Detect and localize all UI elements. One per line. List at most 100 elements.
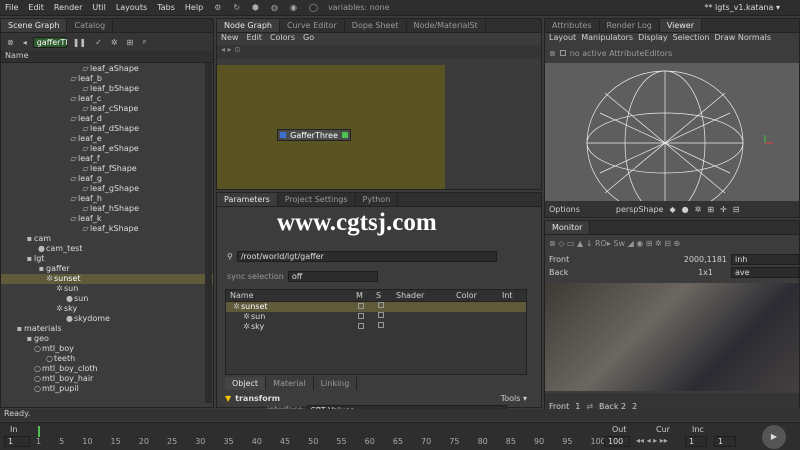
sphere-icon[interactable]: ◯ (303, 3, 324, 12)
tab-viewer[interactable]: Viewer (659, 19, 703, 32)
viewport-3d[interactable] (545, 63, 799, 216)
path-field[interactable]: /root/world/lgt/gaffer (236, 251, 497, 262)
menu-render[interactable]: Render (49, 3, 87, 12)
scrollbar[interactable] (205, 63, 212, 403)
tree-row[interactable]: ▱leaf_g (1, 174, 213, 184)
light-icon[interactable]: ● (682, 205, 689, 214)
menu-util[interactable]: Util (87, 3, 110, 12)
tree-row[interactable]: ▱leaf_d (1, 114, 213, 124)
tree-row[interactable]: ▪ materials (1, 324, 213, 334)
grid-icon[interactable]: ⊞ (707, 205, 714, 214)
clear-icon[interactable]: ⊗ (4, 38, 17, 47)
collapse-icon[interactable]: ▼ (225, 394, 231, 403)
tree-row[interactable]: ▱leaf_bShape (1, 84, 213, 94)
menu-colors[interactable]: Colors (270, 33, 295, 45)
tab-python[interactable]: Python (356, 193, 399, 206)
tree-row-selected[interactable]: ✲sunset (1, 274, 213, 284)
timeline-ruler[interactable]: 1 5 10 15 20 25 30 35 40 45 50 55 60 65 70 75 80 85 90 95 10… (36, 426, 606, 450)
menu-layouts[interactable]: Layouts (111, 3, 152, 12)
gaffer-three-node[interactable]: GafferThree (277, 129, 351, 141)
tree-row[interactable]: ▱leaf_k (1, 214, 213, 224)
section-transform[interactable]: transform (235, 394, 280, 403)
attribute-toggle[interactable] (559, 50, 566, 56)
tab-object[interactable]: Object (225, 377, 267, 390)
gear-icon[interactable]: ✲ (695, 205, 702, 214)
tree-row[interactable]: ▱leaf_kShape (1, 224, 213, 234)
menu-file[interactable]: File (0, 3, 23, 12)
tab-dope-sheet[interactable]: Dope Sheet (345, 19, 407, 32)
move-icon[interactable]: ✛ (720, 205, 727, 214)
tree-row[interactable]: ○mtl_boy_hair (1, 374, 213, 384)
tab-material[interactable]: Material (266, 377, 314, 390)
tree-row[interactable]: ▱leaf_cShape (1, 104, 213, 114)
render-image[interactable] (545, 283, 799, 391)
search-icon[interactable]: ⌕ (139, 37, 149, 47)
menu-tabs[interactable]: Tabs (152, 3, 180, 12)
mode-select[interactable]: ave (731, 267, 799, 278)
tree-row[interactable]: ▱leaf_fShape (1, 164, 213, 174)
menu-display[interactable]: Display (638, 33, 668, 45)
tree-row[interactable]: ▱leaf_hShape (1, 204, 213, 214)
table-row[interactable]: ✲sunset (226, 302, 526, 312)
out-field[interactable]: 100 (604, 436, 630, 447)
unit-select[interactable]: inh (731, 254, 799, 265)
tree-row[interactable]: ▱leaf_dShape (1, 124, 213, 134)
tree-row[interactable]: ▱leaf_h (1, 194, 213, 204)
tree-row[interactable]: ▪ cam (1, 234, 213, 244)
expand-icon[interactable]: ⊞ (124, 38, 137, 47)
tab-curve-editor[interactable]: Curve Editor (280, 19, 345, 32)
tab-node-graph[interactable]: Node Graph (217, 19, 280, 32)
tree-row[interactable]: ○mtl_boy_cloth (1, 364, 213, 374)
pause-icon[interactable]: ❚❚ (70, 38, 89, 47)
check-icon[interactable]: ✓ (92, 38, 105, 47)
tab-node-material[interactable]: Node/MaterialSt (407, 19, 486, 32)
render-3d-icon[interactable]: ◍ (265, 3, 284, 12)
menu-draw-normals[interactable]: Draw Normals (714, 33, 771, 45)
menu-edit[interactable]: Edit (23, 3, 49, 12)
tab-render-log[interactable]: Render Log (600, 19, 660, 32)
variables-label[interactable]: variables: none (328, 3, 390, 12)
tab-catalog[interactable]: Catalog (67, 19, 114, 32)
play-icon[interactable]: ▶ (762, 425, 786, 449)
playhead-icon[interactable] (38, 426, 40, 437)
back-icon[interactable]: ◂ (20, 38, 30, 47)
tree-row[interactable]: ●cam_test (1, 244, 213, 254)
tree-row[interactable]: ●skydome (1, 314, 213, 324)
tab-monitor[interactable]: Monitor (545, 221, 591, 234)
tab-project-settings[interactable]: Project Settings (278, 193, 356, 206)
tree-row[interactable]: ▪ lgt (1, 254, 213, 264)
cur-field[interactable]: 1 (685, 436, 707, 447)
tree-row[interactable]: ▱leaf_eShape (1, 144, 213, 154)
tree-row[interactable]: ▱leaf_gShape (1, 184, 213, 194)
menu-edit[interactable]: Edit (246, 33, 262, 45)
camera-icon[interactable]: ◉ (284, 3, 303, 12)
menu-help[interactable]: Help (180, 3, 208, 12)
tree-row[interactable]: ●sun (1, 294, 213, 304)
camera-select[interactable]: perspShape (616, 205, 664, 214)
filter-field[interactable]: gafferTl (32, 36, 68, 48)
tree-row[interactable]: ▪ geo (1, 334, 213, 344)
tab-scene-graph[interactable]: Scene Graph (1, 19, 68, 32)
tree-row[interactable]: ▪ gaffer (1, 264, 213, 274)
sync-select[interactable]: off (287, 271, 378, 282)
tree-row[interactable]: ○mtl_pupil (1, 384, 213, 394)
tab-parameters[interactable]: Parameters (217, 193, 278, 206)
inc-field[interactable]: 1 (714, 436, 736, 447)
tree-row[interactable]: ✲sun (1, 284, 213, 294)
tree-row[interactable]: ▱leaf_f (1, 154, 213, 164)
render-icon[interactable]: ⬢ (246, 3, 265, 12)
tree-row[interactable]: ▱leaf_e (1, 134, 213, 144)
link-icon[interactable]: ⚲ (227, 252, 233, 261)
table-row[interactable]: ✲sun (226, 312, 526, 322)
tools-menu[interactable]: Tools ▾ (501, 394, 527, 403)
options-button[interactable]: Options (549, 205, 580, 214)
gear-icon[interactable]: ⚙ (208, 3, 227, 12)
menu-layout[interactable]: Layout (549, 33, 576, 45)
tree-row[interactable]: ✲sky (1, 304, 213, 314)
table-row[interactable]: ✲sky (226, 322, 526, 332)
tree-row[interactable]: ○mtl_boy (1, 344, 213, 354)
node-graph-canvas[interactable]: GafferThree (217, 65, 445, 189)
settings-icon[interactable]: ✲ (108, 38, 121, 47)
tree-row[interactable]: ○teeth (1, 354, 213, 364)
menu-go[interactable]: Go (303, 33, 314, 45)
